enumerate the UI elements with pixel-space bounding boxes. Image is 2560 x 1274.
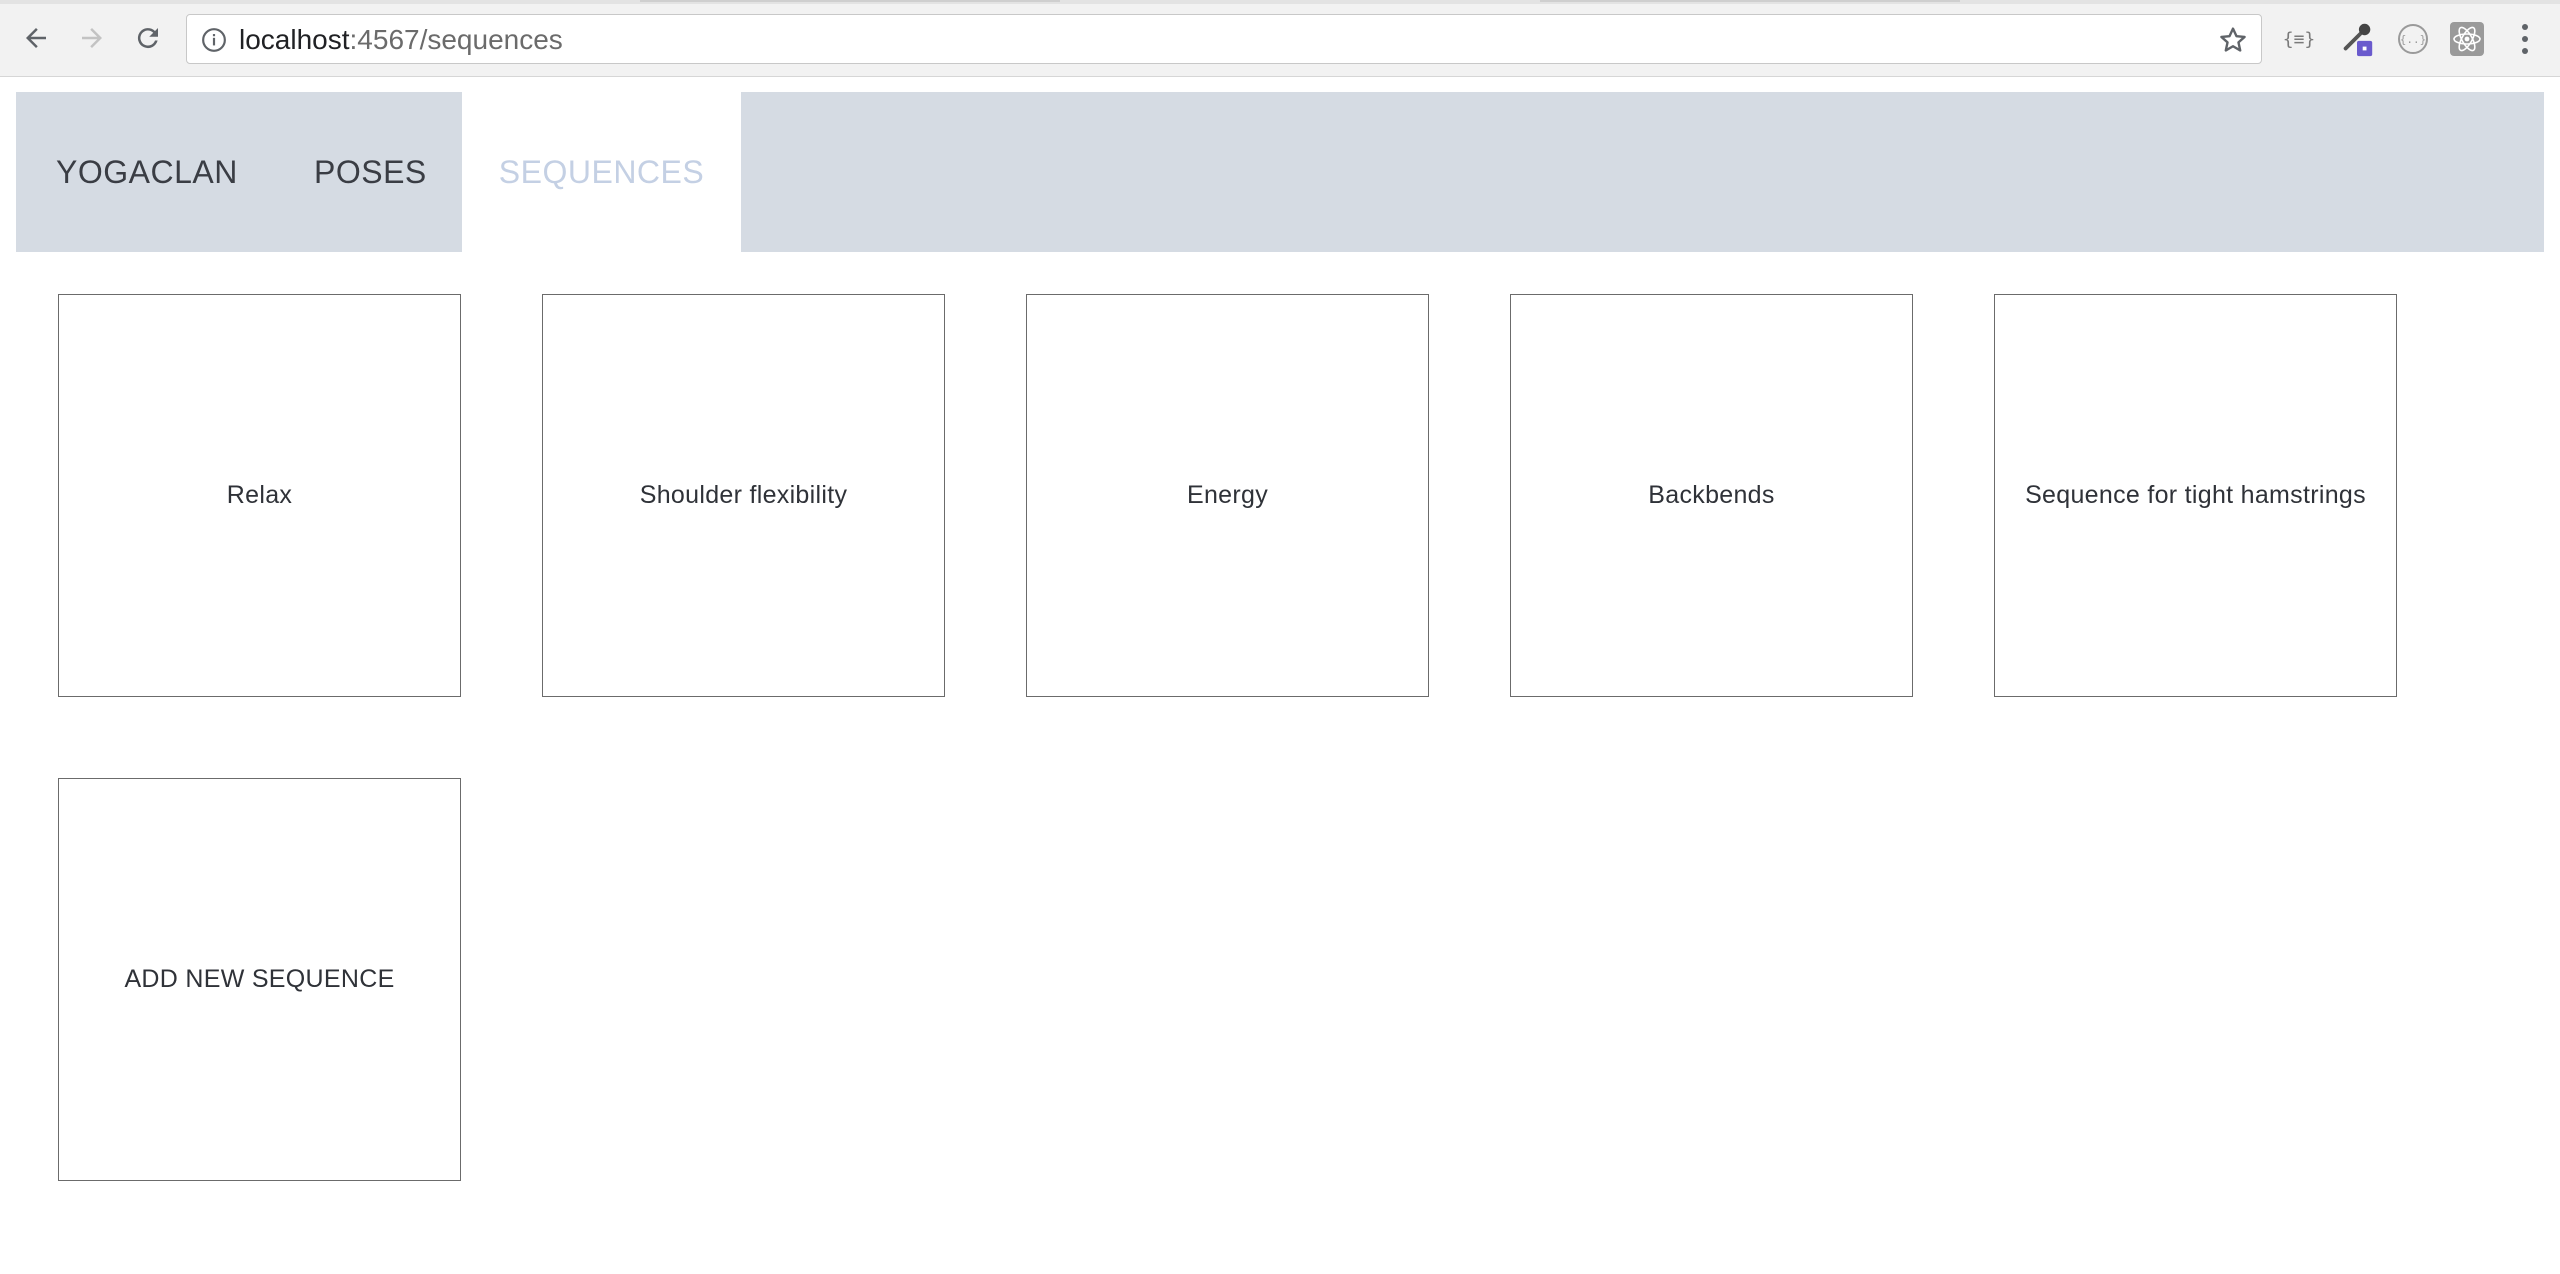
star-icon[interactable] [2217, 24, 2249, 56]
nav-item-poses[interactable]: POSES [314, 92, 427, 252]
nav-item-sequences[interactable]: SEQUENCES [462, 92, 741, 252]
app-nav-bar: YOGACLAN POSES SEQUENCES [16, 92, 2544, 252]
svg-text:{..}: {..} [2400, 33, 2427, 46]
brand-link[interactable]: YOGACLAN [56, 92, 238, 252]
back-button[interactable] [16, 18, 56, 58]
address-bar[interactable]: localhost:4567/sequences [186, 14, 2262, 64]
tab-edge [1540, 0, 1960, 2]
sequence-card-relax[interactable]: Relax [58, 294, 461, 697]
info-icon[interactable] [201, 27, 227, 53]
react-devtools-icon [2450, 22, 2484, 56]
json-formatter-icon: {≡} [2282, 28, 2316, 50]
url-host: localhost [239, 24, 350, 55]
json-formatter-extension[interactable]: {≡} [2280, 20, 2318, 58]
forward-button[interactable] [72, 18, 112, 58]
add-new-sequence-button[interactable]: ADD NEW SEQUENCE [58, 778, 461, 1181]
reload-button[interactable] [128, 18, 168, 58]
browser-toolbar: localhost:4567/sequences {≡} {..} [0, 0, 2560, 77]
sequence-card-label: Sequence for tight hamstrings [2025, 481, 2366, 509]
eyedropper-extension[interactable] [2338, 20, 2376, 58]
sequence-card-backbends[interactable]: Backbends [1510, 294, 1913, 697]
more-vertical-icon [2522, 24, 2528, 54]
eyedropper-icon [2343, 23, 2373, 57]
sequence-card-energy[interactable]: Energy [1026, 294, 1429, 697]
json-viewer-extension[interactable]: {..} [2394, 20, 2432, 58]
tab-edge [640, 0, 1060, 2]
sequence-card-shoulder-flexibility[interactable]: Shoulder flexibility [542, 294, 945, 697]
tab-strip [0, 0, 2560, 4]
sequence-card-label: Relax [226, 481, 293, 509]
sequence-card-label: Energy [1186, 481, 1268, 509]
sequence-card-label: Shoulder flexibility [639, 481, 848, 509]
browser-menu-button[interactable] [2506, 20, 2544, 58]
sequence-card-label: Backbends [1648, 481, 1775, 509]
arrow-left-icon [26, 28, 46, 48]
reload-icon [137, 28, 158, 49]
arrow-right-icon [82, 28, 102, 48]
react-devtools-extension[interactable] [2448, 20, 2486, 58]
add-new-sequence-label: ADD NEW SEQUENCE [124, 965, 395, 993]
url-path: :4567/sequences [349, 24, 563, 55]
json-viewer-icon: {..} [2398, 24, 2428, 54]
sequence-card-tight-hamstrings[interactable]: Sequence for tight hamstrings [1994, 294, 2397, 697]
url-text: localhost:4567/sequences [239, 26, 563, 54]
